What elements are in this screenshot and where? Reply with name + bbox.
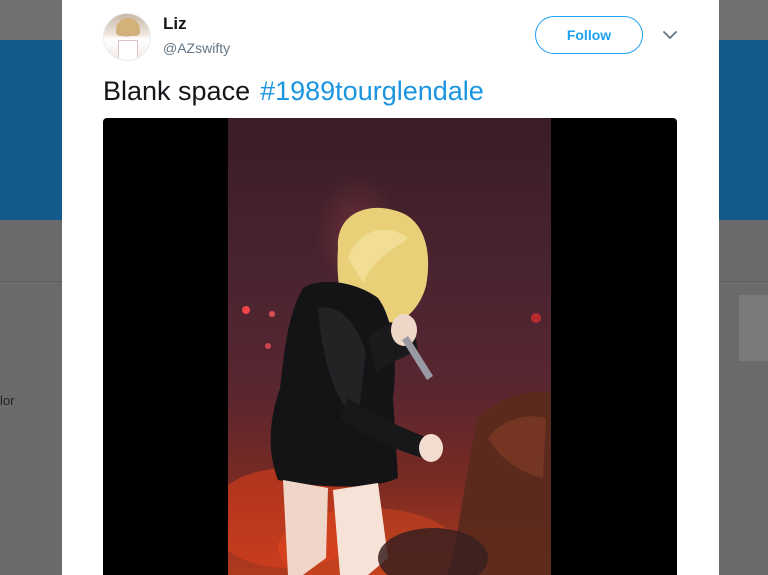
avatar-outfit bbox=[118, 40, 138, 60]
author-handle[interactable]: @AZswifty bbox=[163, 40, 230, 56]
follow-button[interactable]: Follow bbox=[535, 16, 643, 54]
concert-scene bbox=[228, 207, 551, 575]
author-name[interactable]: Liz bbox=[163, 14, 187, 34]
tweet-body-text: Blank space bbox=[103, 76, 251, 106]
tweet-text: Blank space #1989tourglendale bbox=[103, 76, 484, 107]
video-player[interactable] bbox=[103, 118, 677, 575]
avatar[interactable] bbox=[103, 13, 151, 61]
video-frame bbox=[228, 118, 551, 575]
tweet-modal: Liz @AZswifty Follow Blank space #1989tou… bbox=[62, 0, 719, 575]
hashtag-link[interactable]: #1989tourglendale bbox=[260, 76, 484, 106]
background-side-text: lor bbox=[0, 393, 15, 408]
background-right-card bbox=[739, 295, 768, 361]
avatar-hair bbox=[116, 18, 140, 36]
chevron-down-icon[interactable] bbox=[661, 26, 679, 44]
